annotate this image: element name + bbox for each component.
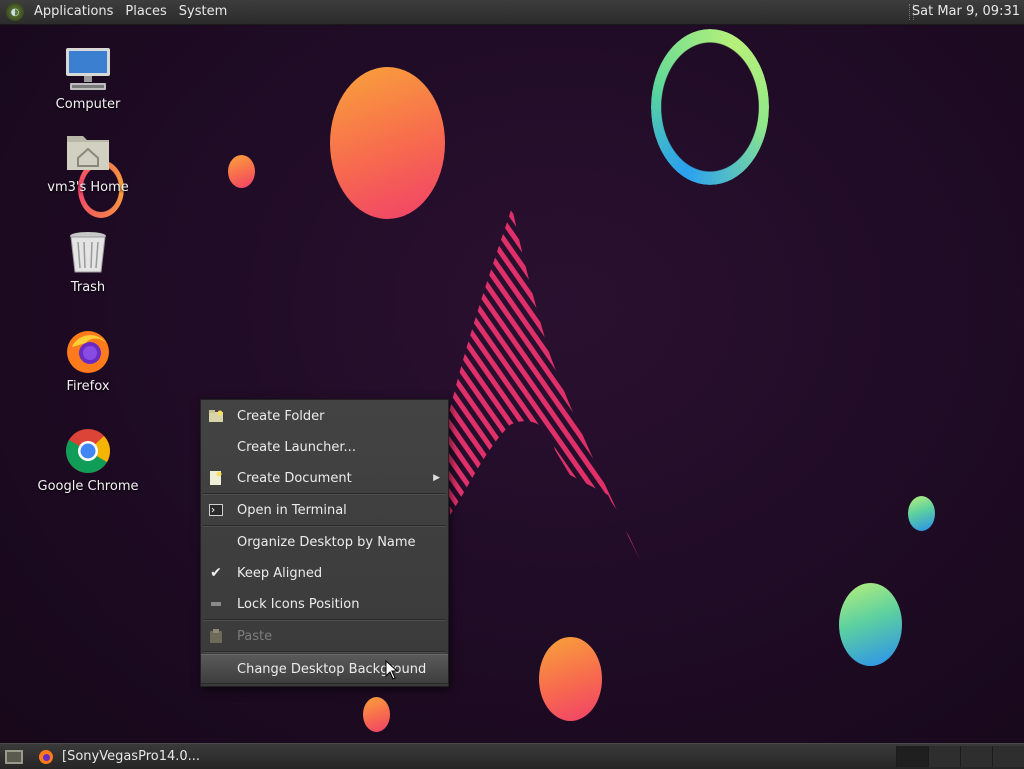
menu-item-label: Create Folder — [237, 408, 325, 424]
desktop-icon-label: Google Chrome — [37, 479, 139, 494]
decorative-orange-circle-small — [228, 155, 255, 188]
workspace-1[interactable] — [896, 746, 928, 767]
decorative-orange-circle-tiny — [363, 697, 390, 732]
firefox-icon — [39, 749, 53, 764]
show-desktop-button[interactable] — [3, 748, 25, 766]
taskbar-window-button[interactable]: [SonyVegasPro14.0... — [34, 746, 204, 767]
desktop-context-menu: Create Folder Create Launcher... Create … — [200, 399, 449, 687]
new-folder-icon — [209, 409, 223, 423]
desktop-icon-label: Computer — [55, 97, 121, 112]
menu-item-paste: Paste — [201, 622, 448, 650]
menu-separator — [203, 493, 446, 495]
mouse-cursor-icon — [385, 660, 399, 680]
arch-logo-background — [446, 207, 640, 560]
menu-item-label: Create Launcher... — [237, 439, 356, 455]
desktop-icon-firefox[interactable]: Firefox — [33, 327, 143, 394]
home-folder-icon — [64, 128, 112, 176]
menu-item-keep-aligned[interactable]: ✔ Keep Aligned — [201, 559, 448, 587]
submenu-arrow-icon: ▶ — [433, 473, 440, 483]
checkmark-icon: ✔ — [210, 565, 222, 581]
bottom-panel: [SonyVegasPro14.0... — [0, 743, 1024, 769]
menu-separator — [203, 619, 446, 621]
terminal-icon — [209, 503, 223, 517]
menu-system[interactable]: System — [175, 0, 235, 24]
menu-separator — [203, 525, 446, 527]
menu-separator — [203, 651, 446, 653]
desktop-icon-chrome[interactable]: Google Chrome — [33, 427, 143, 494]
lock-toggle-icon — [209, 597, 223, 611]
desktop-icon-label: vm3's Home — [47, 180, 129, 195]
decorative-orange-circle-bottom — [539, 637, 602, 721]
menu-item-label: Paste — [237, 628, 273, 644]
new-document-icon — [209, 471, 223, 485]
menu-item-lock-icons[interactable]: Lock Icons Position — [201, 590, 448, 618]
desktop-icon-label: Trash — [70, 280, 106, 295]
menu-places[interactable]: Places — [121, 0, 174, 24]
chrome-icon — [64, 427, 112, 475]
distro-logo-icon[interactable]: ◐ — [6, 3, 24, 21]
menu-applications[interactable]: Applications — [30, 0, 121, 24]
decorative-green-circle-large — [839, 583, 902, 666]
top-panel: ◐ Applications Places System Sat Mar 9, … — [0, 0, 1024, 25]
computer-icon — [64, 45, 112, 93]
menu-item-label: Create Document — [237, 470, 352, 486]
show-desktop-icon — [5, 749, 23, 764]
desktop-icon-trash[interactable]: Trash — [33, 228, 143, 295]
menu-item-label: Organize Desktop by Name — [237, 534, 416, 550]
menu-item-organize-desktop[interactable]: Organize Desktop by Name — [201, 528, 448, 556]
workspace-2[interactable] — [928, 746, 960, 767]
menu-item-create-document[interactable]: Create Document ▶ — [201, 464, 448, 492]
firefox-icon — [64, 327, 112, 375]
clipboard-icon — [209, 629, 223, 643]
decorative-gradient-ring — [651, 29, 769, 185]
menu-item-create-folder[interactable]: Create Folder — [201, 402, 448, 430]
taskbar-window-title: [SonyVegasPro14.0... — [62, 749, 201, 764]
menu-item-label: Open in Terminal — [237, 502, 347, 518]
workspace-3[interactable] — [960, 746, 992, 767]
menu-item-change-background[interactable]: Change Desktop Background — [201, 654, 448, 684]
desktop-icon-home[interactable]: vm3's Home — [33, 128, 143, 195]
trash-icon — [64, 228, 112, 276]
desktop-icon-computer[interactable]: Computer — [33, 45, 143, 112]
menu-item-label: Lock Icons Position — [237, 596, 360, 612]
menu-item-open-terminal[interactable]: Open in Terminal — [201, 496, 448, 524]
desktop-icon-label: Firefox — [66, 379, 110, 394]
workspace-4[interactable] — [992, 746, 1024, 767]
workspace-switcher — [896, 746, 1024, 767]
decorative-green-circle-small — [908, 496, 935, 531]
decorative-orange-circle-large — [330, 67, 445, 219]
menu-item-label: Keep Aligned — [237, 565, 323, 581]
clock[interactable]: Sat Mar 9, 09:31 — [912, 0, 1020, 24]
menu-item-create-launcher[interactable]: Create Launcher... — [201, 433, 448, 461]
